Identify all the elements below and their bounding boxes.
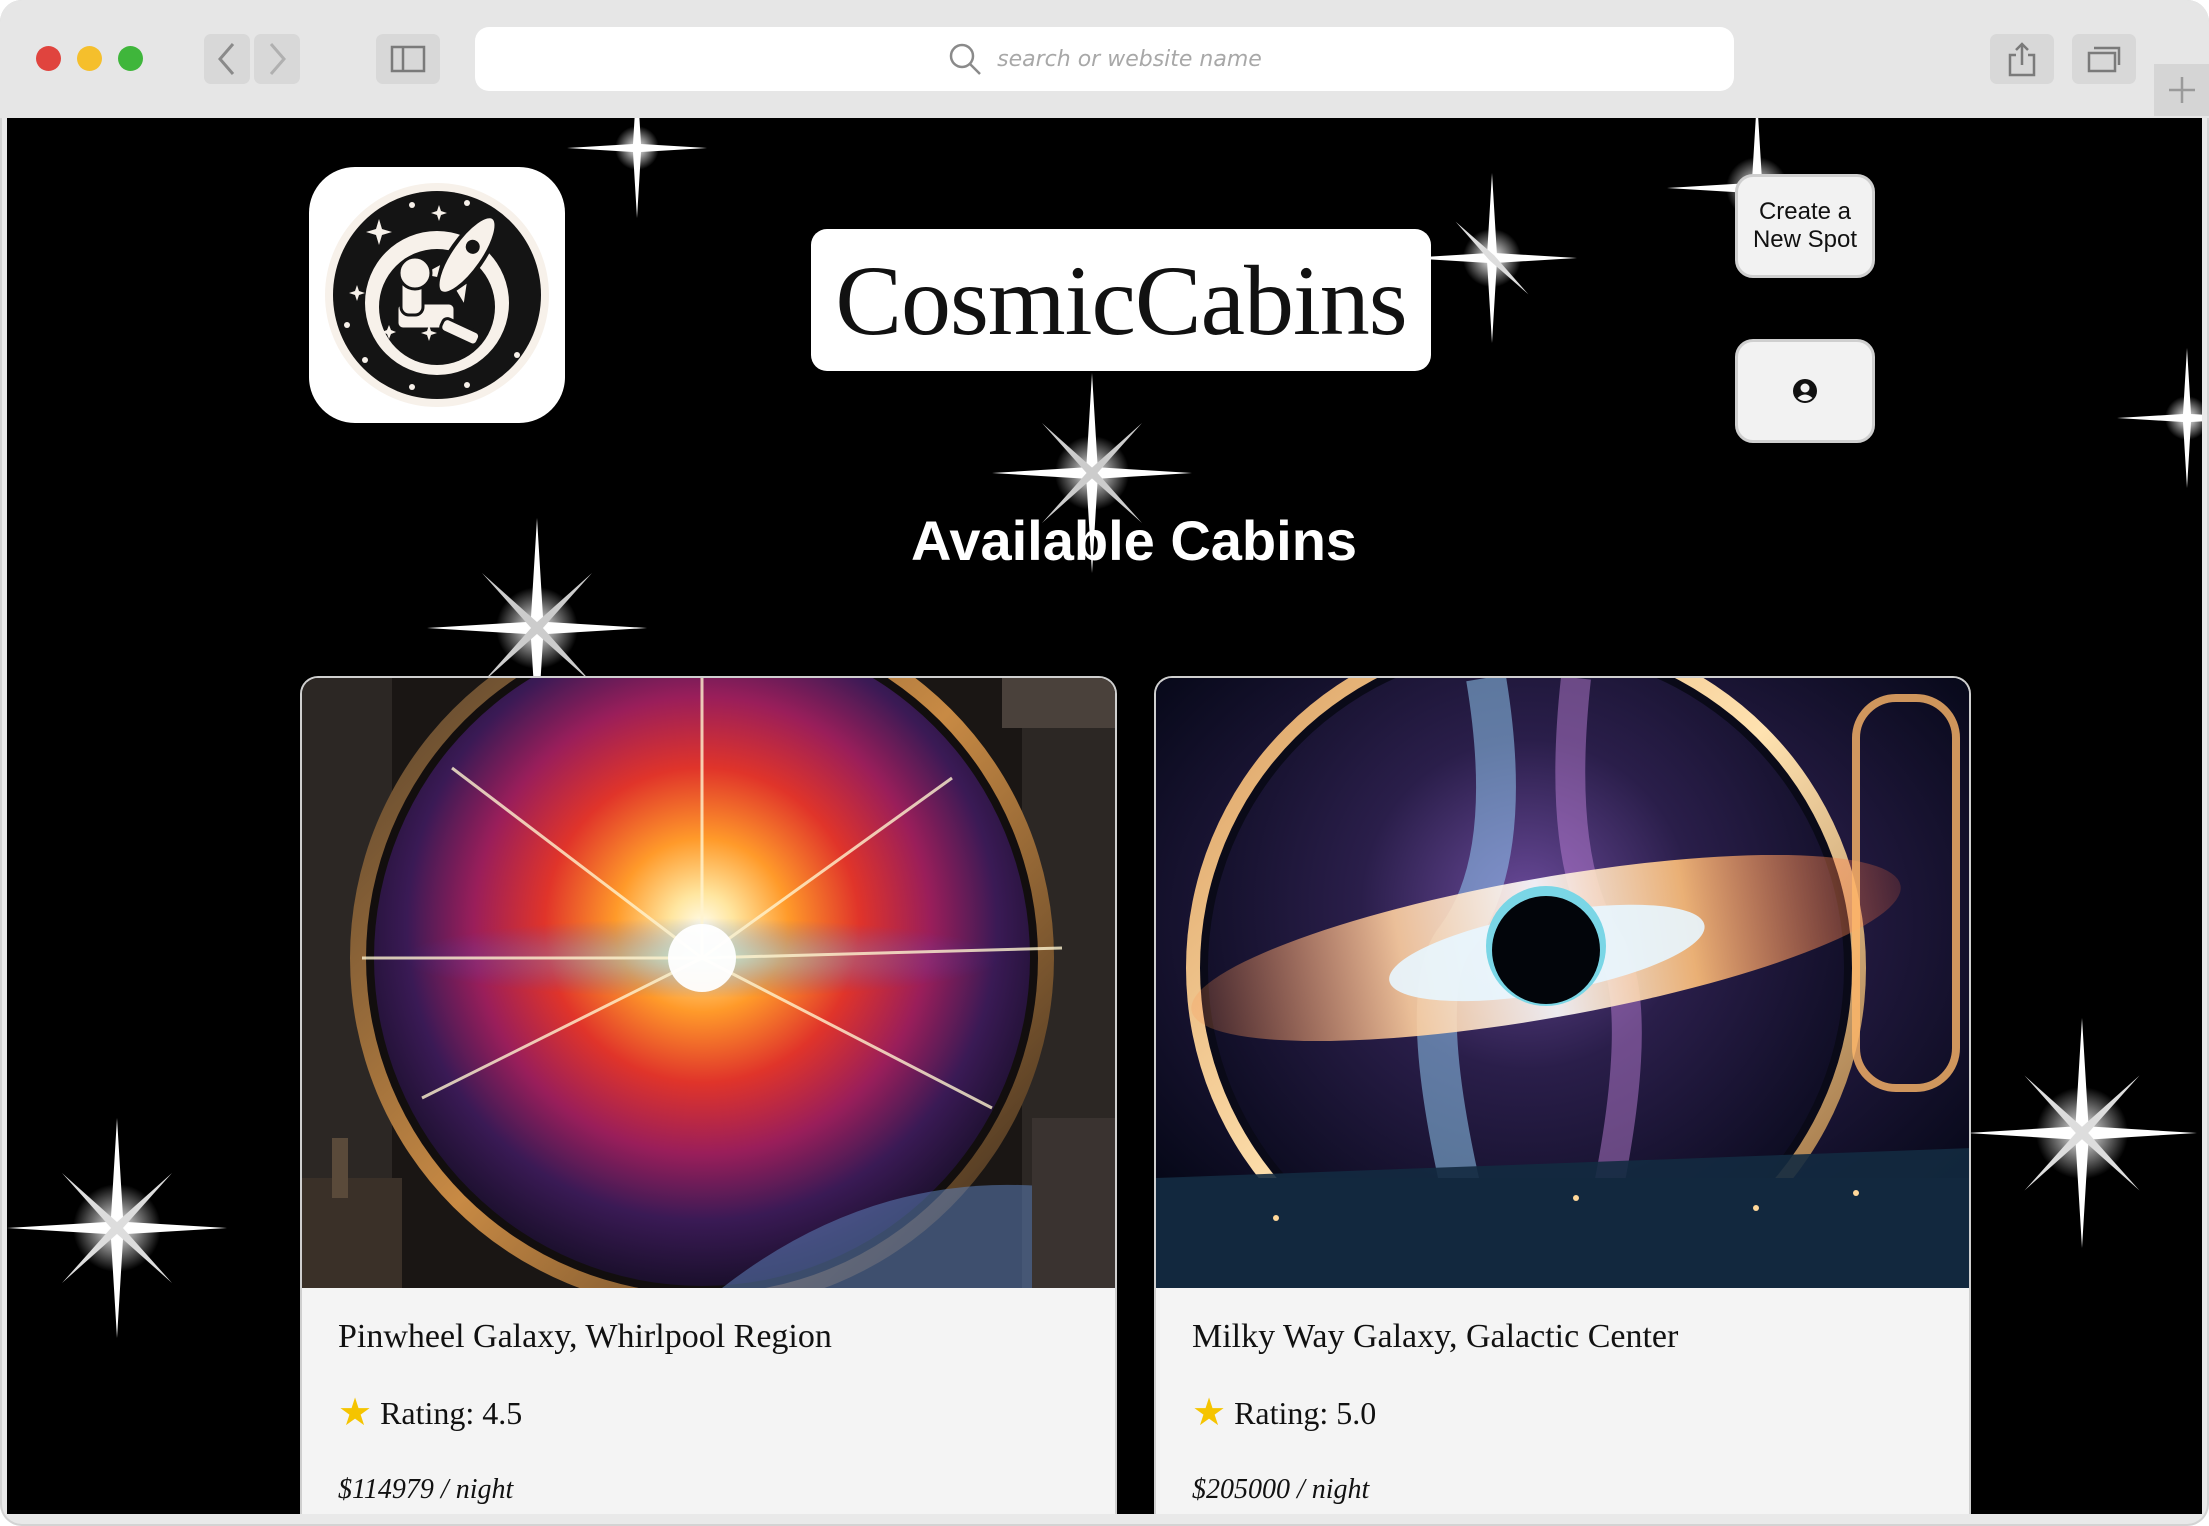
address-placeholder: search or website name	[997, 46, 1262, 72]
sidebar-toggle-button[interactable]	[376, 34, 440, 84]
sparkle-decoration	[7, 1118, 227, 1338]
sparkle-decoration	[567, 118, 707, 218]
user-circle-icon	[1793, 379, 1817, 403]
minimize-window-button[interactable]	[77, 46, 102, 71]
listing-price: $205000 / night	[1192, 1474, 1370, 1505]
chevron-right-icon	[269, 43, 286, 75]
zoom-window-button[interactable]	[118, 46, 143, 71]
listing-card[interactable]: Pinwheel Galaxy, Whirlpool Region ★ Rati…	[300, 676, 1117, 1514]
new-tab-button[interactable]	[2154, 64, 2209, 116]
page-heading: Available Cabins	[910, 509, 1358, 572]
listing-title: Milky Way Galaxy, Galactic Center	[1192, 1318, 1679, 1355]
browser-toolbar: search or website name	[0, 0, 2209, 118]
listing-rating: ★ Rating: 4.5	[338, 1394, 522, 1432]
plus-icon	[2168, 77, 2195, 103]
share-icon	[2008, 42, 2036, 77]
star-icon: ★	[1192, 1392, 1227, 1434]
page-viewport: CosmicCabins Create a New Spot Available…	[7, 118, 2202, 1514]
sidebar-icon	[390, 45, 426, 73]
tabs-overview-button[interactable]	[2072, 34, 2136, 84]
listing-rating-text: Rating: 4.5	[380, 1394, 523, 1431]
star-icon: ★	[338, 1392, 373, 1434]
back-button[interactable]	[204, 34, 250, 84]
sparkle-decoration	[2117, 348, 2202, 488]
listing-image-nebula	[302, 678, 1115, 1288]
listing-rating-text: Rating: 5.0	[1234, 1394, 1377, 1431]
brand-banner[interactable]: CosmicCabins	[811, 229, 1431, 371]
forward-button[interactable]	[254, 34, 300, 84]
chevron-left-icon	[218, 43, 235, 75]
sparkle-decoration	[1407, 173, 1577, 343]
browser-window: search or website name CosmicCabins Crea…	[0, 0, 2209, 1526]
share-button[interactable]	[1990, 34, 2054, 84]
search-icon	[949, 43, 982, 75]
tabs-icon	[2087, 46, 2121, 73]
listing-image-black-hole	[1156, 678, 1969, 1288]
listing-title: Pinwheel Galaxy, Whirlpool Region	[338, 1318, 832, 1355]
listing-price: $114979 / night	[338, 1474, 514, 1505]
close-window-button[interactable]	[36, 46, 61, 71]
create-spot-button[interactable]: Create a New Spot	[1735, 174, 1875, 278]
listing-card[interactable]: Milky Way Galaxy, Galactic Center ★ Rati…	[1154, 676, 1971, 1514]
site-logo[interactable]	[309, 167, 565, 423]
sparkle-decoration	[1967, 1018, 2197, 1248]
profile-menu-button[interactable]	[1735, 339, 1875, 443]
listing-rating: ★ Rating: 5.0	[1192, 1394, 1376, 1432]
address-bar[interactable]: search or website name	[475, 27, 1734, 91]
astronaut-rocket-logo-icon	[325, 183, 549, 407]
brand-name: CosmicCabins	[835, 244, 1407, 356]
